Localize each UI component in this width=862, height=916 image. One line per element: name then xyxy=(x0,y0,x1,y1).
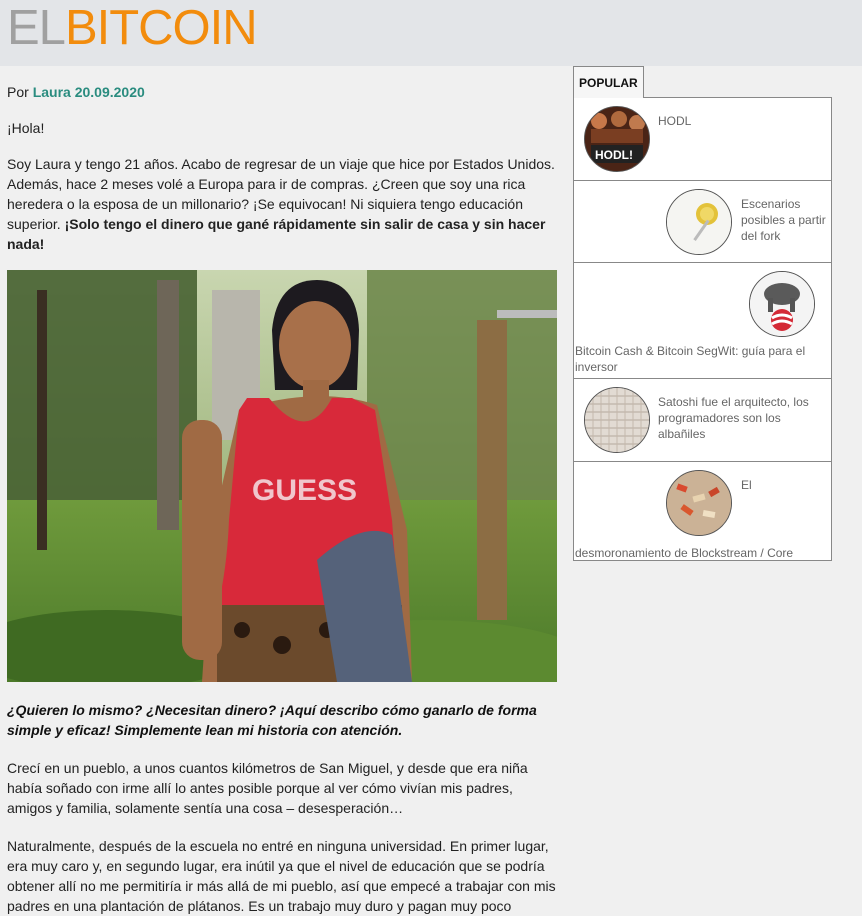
hodl-thumb-text: HODL! xyxy=(595,148,633,162)
fork-coin-image xyxy=(667,190,731,254)
logo-el: EL xyxy=(7,1,66,55)
grew-up-paragraph: Crecí en un pueblo, a unos cuantos kilóm… xyxy=(7,760,528,816)
satoshi-thumbnail[interactable] xyxy=(584,387,650,453)
naturally-paragraph: Naturalmente, después de la escuela no e… xyxy=(7,838,556,914)
intro-paragraph: Soy Laura y tengo 21 años. Acabo de regr… xyxy=(7,154,559,254)
popular-item-title-part2[interactable]: desmoronamiento de Blockstream / Core xyxy=(575,545,825,561)
popular-item-blockstream[interactable]: El desmoronamiento de Blockstream / Core xyxy=(574,462,831,560)
blockstream-thumbnail[interactable] xyxy=(666,470,732,536)
byline-prefix: Por xyxy=(7,84,33,100)
byline-date: 20.09.2020 xyxy=(74,84,145,100)
popular-list: HODL! HODL Escenarios posibles a partir … xyxy=(573,97,832,561)
article: Por Laura 20.09.2020 ¡Hola! Soy Laura y … xyxy=(7,66,559,916)
logo-bitcoin: BITCOIN xyxy=(64,1,258,55)
sidebar: POPULAR HODL! HODL Escenarios posibles a… xyxy=(573,66,832,561)
site-header: ELBITCOIN xyxy=(0,0,862,66)
popular-item-title[interactable]: HODL xyxy=(658,113,691,129)
hodl-thumbnail[interactable]: HODL! xyxy=(584,106,650,172)
popular-item-title-part1[interactable]: El xyxy=(741,477,752,493)
grid-pattern-image xyxy=(585,388,649,452)
popular-item-hodl[interactable]: HODL! HODL xyxy=(574,98,831,181)
popular-item-title[interactable]: Satoshi fue el arquitecto, los programad… xyxy=(658,394,830,442)
intro-bold-text: ¡Solo tengo el dinero que gané rápidamen… xyxy=(7,216,546,252)
popular-item-satoshi[interactable]: Satoshi fue el arquitecto, los programad… xyxy=(574,379,831,462)
fork-thumbnail[interactable] xyxy=(666,189,732,255)
popular-item-cash-segwit[interactable]: Bitcoin Cash & Bitcoin SegWit: guía para… xyxy=(574,263,831,379)
elephant-ball-image xyxy=(750,272,814,336)
photo-woman-in-garden: GUESS xyxy=(7,270,557,682)
article-photo: GUESS xyxy=(7,270,557,682)
elephant-thumbnail[interactable] xyxy=(749,271,815,337)
popular-item-title[interactable]: Escenarios posibles a partir del fork xyxy=(741,196,831,244)
crumbling-image xyxy=(667,471,731,535)
tab-popular[interactable]: POPULAR xyxy=(573,66,644,98)
popular-item-title[interactable]: Bitcoin Cash & Bitcoin SegWit: guía para… xyxy=(575,343,815,375)
question-paragraph: ¿Quieren lo mismo? ¿Necesitan dinero? ¡A… xyxy=(7,702,537,738)
site-logo[interactable]: ELBITCOIN xyxy=(7,1,258,55)
greeting: ¡Hola! xyxy=(7,120,45,136)
popular-item-fork[interactable]: Escenarios posibles a partir del fork xyxy=(574,181,831,263)
byline: Por Laura 20.09.2020 xyxy=(7,82,559,102)
byline-author[interactable]: Laura xyxy=(33,84,71,100)
svg-text:GUESS: GUESS xyxy=(252,474,357,507)
